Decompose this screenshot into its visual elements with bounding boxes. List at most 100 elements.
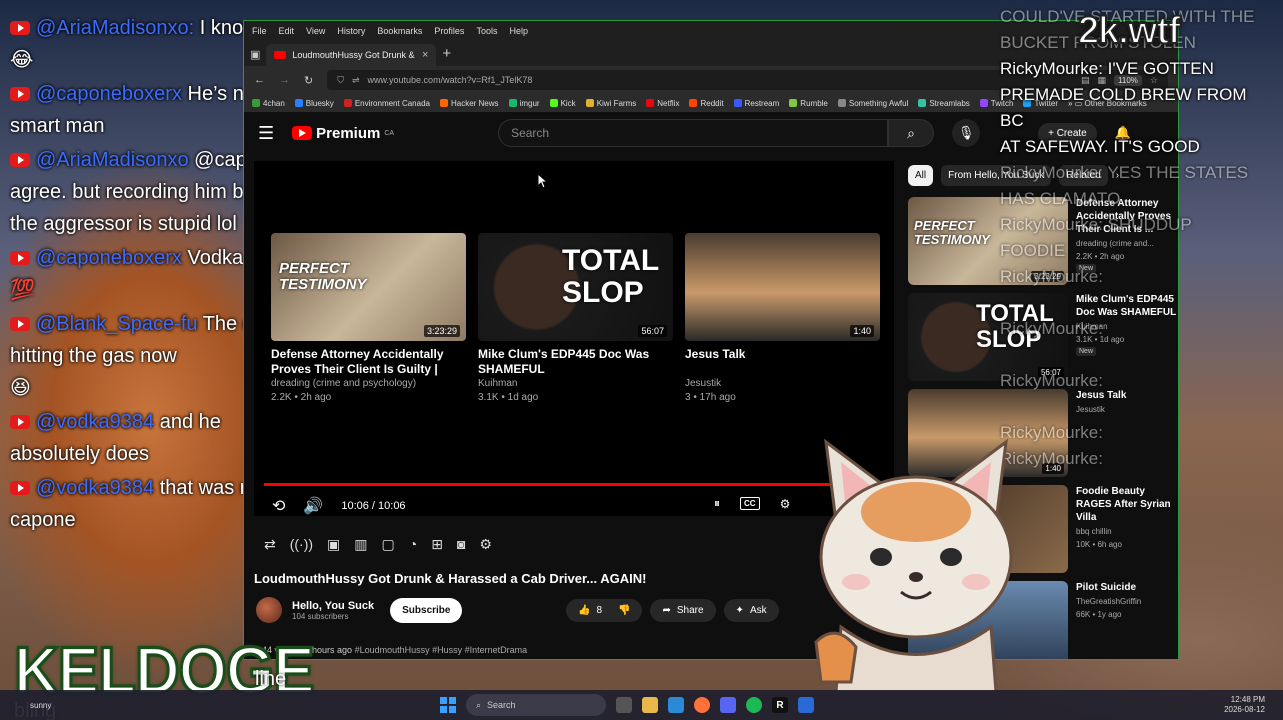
menu-icon[interactable]: ☰ — [258, 123, 274, 144]
spotify-icon[interactable] — [746, 697, 762, 713]
channel-avatar[interactable] — [256, 597, 282, 623]
chip-all[interactable]: All — [908, 164, 934, 186]
new-tab-button[interactable]: + — [442, 45, 451, 66]
chat-username: @vodka9384 — [36, 477, 155, 499]
windows-start-icon[interactable] — [440, 697, 456, 713]
menu-tools[interactable]: Tools — [476, 26, 497, 36]
end-card[interactable]: 1:40 Jesus Talk Jesustik 3 • 17h ago — [685, 233, 880, 405]
bookmark-4chan[interactable]: 4chan — [252, 98, 285, 108]
share-button[interactable]: ➦ Share — [650, 599, 716, 622]
chat-line: HAS CLAMATO — [1000, 189, 1121, 208]
gear-icon[interactable]: ⚙ — [479, 536, 492, 553]
cinema-icon[interactable]: ▣ — [327, 536, 340, 553]
edge-icon[interactable] — [668, 697, 684, 713]
end-card[interactable]: PERFECT TESTIMONY 3:23:29 Defense Attorn… — [271, 233, 466, 405]
windows-taskbar: sunny ⌕ Search R 12:48 PM 2026-08-12 — [0, 690, 1283, 720]
chat-line — [1000, 394, 1270, 420]
clock-date: 2026-08-12 — [1224, 705, 1265, 714]
video-thumbnail[interactable]: 1:40 — [685, 233, 880, 341]
tab-overview-icon[interactable]: ▣ — [250, 48, 260, 66]
menu-profiles[interactable]: Profiles — [434, 26, 464, 36]
menu-view[interactable]: View — [306, 26, 325, 36]
menu-edit[interactable]: Edit — [279, 26, 295, 36]
shield-icon: ⛉ — [337, 74, 344, 85]
video-title[interactable]: Jesus Talk — [685, 347, 880, 377]
like-button[interactable]: 👍 8 👎 — [566, 599, 643, 622]
menu-history[interactable]: History — [337, 26, 365, 36]
bookmark-label: imgur — [519, 98, 540, 108]
video-title[interactable]: Mike Clum's EDP445 Doc Was SHAMEFUL — [478, 347, 673, 377]
forward-icon[interactable]: → — [279, 74, 290, 86]
bookmark-hacker-news[interactable]: Hacker News — [439, 98, 499, 108]
channel-name[interactable]: Hello, You Suck — [292, 600, 374, 612]
video-title[interactable]: Foodie Beauty RAGES After Syrian Villa — [1076, 485, 1178, 524]
video-thumbnail[interactable]: PERFECT TESTIMONY 3:23:29 — [271, 233, 466, 341]
monitor-app-icon[interactable] — [798, 697, 814, 713]
taskbar-search[interactable]: ⌕ Search — [466, 694, 606, 716]
channel-name[interactable]: Kuihman — [478, 377, 673, 391]
duration-badge: 3:23:29 — [423, 325, 460, 337]
r-app-icon[interactable]: R — [772, 697, 788, 713]
search-button[interactable]: ⌕ — [888, 119, 935, 147]
bookmark-streamlabs[interactable]: Streamlabs — [918, 98, 970, 108]
subscriber-count: 104 subscribers — [292, 611, 349, 621]
video-title[interactable]: Pilot Suicide — [1076, 581, 1141, 594]
add-icon[interactable]: ⊞ — [431, 536, 443, 553]
hashtags[interactable]: #LoudmouthHussy #Hussy #InternetDrama — [355, 645, 528, 655]
audio-icon[interactable]: ((·)) — [290, 536, 313, 553]
bookmark-environment-canada[interactable]: Environment Canada — [343, 98, 430, 108]
url-text: www.youtube.com/watch?v=Rf1_JTelK78 — [367, 75, 533, 85]
bookmark-restream[interactable]: Restream — [733, 98, 779, 108]
captions-button[interactable]: CC — [740, 497, 760, 510]
speed-icon[interactable]: ◔ — [409, 536, 417, 553]
file-explorer-icon[interactable] — [642, 697, 658, 713]
bookmark-kick[interactable]: Kick — [549, 98, 576, 108]
settings-gear-icon[interactable]: ⚙ — [780, 497, 791, 511]
camera-icon[interactable]: ◙ — [457, 536, 465, 553]
bookmark-icon — [439, 98, 448, 107]
channel-name[interactable]: Jesustik — [685, 377, 880, 391]
bookmark-kiwi-farms[interactable]: Kiwi Farms — [585, 98, 636, 108]
frame-icon[interactable]: ▥ — [354, 536, 367, 553]
weather-widget[interactable]: sunny — [30, 701, 51, 710]
thumbs-down-icon[interactable]: 👎 — [618, 605, 630, 616]
replay-icon[interactable]: ⟲ — [272, 496, 285, 516]
reload-icon[interactable]: ↻ — [304, 74, 313, 87]
channel-name[interactable]: TheGreatishGriffin — [1076, 596, 1141, 607]
voice-search-button[interactable]: 🎙 — [952, 119, 981, 147]
menu-file[interactable]: File — [252, 26, 267, 36]
loop-icon[interactable]: ⇄ — [264, 536, 276, 553]
close-tab-icon[interactable]: × — [422, 49, 428, 61]
site-settings-icon[interactable]: ⇌ — [352, 75, 360, 86]
channel-name[interactable]: bbq chillin — [1076, 526, 1178, 537]
bookmark-reddit[interactable]: Reddit — [689, 98, 724, 108]
bookmark-netflix[interactable]: Netflix — [646, 98, 679, 108]
menu-bookmarks[interactable]: Bookmarks — [377, 26, 422, 36]
bookmark-imgur[interactable]: imgur — [508, 98, 540, 108]
video-title[interactable]: Defense Attorney Accidentally Proves The… — [271, 347, 466, 377]
video-thumbnail[interactable]: TOTAL SLOP 56:07 — [478, 233, 673, 341]
volume-icon[interactable]: 🔊 — [303, 496, 323, 516]
youtube-premium-logo[interactable]: Premium CA — [292, 125, 394, 142]
subscribe-button[interactable]: Subscribe — [390, 597, 463, 623]
ask-button[interactable]: ✦ Ask — [723, 599, 779, 622]
back-icon[interactable]: ← — [254, 74, 265, 86]
autoplay-toggle[interactable]: ⏸ — [714, 496, 720, 511]
channel-name[interactable]: dreading (crime and psychology) — [271, 377, 466, 391]
bookmark-bluesky[interactable]: Bluesky — [294, 98, 334, 108]
end-card[interactable]: TOTAL SLOP 56:07 Mike Clum's EDP445 Doc … — [478, 233, 673, 405]
screen-icon[interactable]: ▢ — [382, 536, 395, 553]
menu-help[interactable]: Help — [509, 26, 528, 36]
bookmark-rumble[interactable]: Rumble — [789, 98, 828, 108]
system-clock[interactable]: 12:48 PM 2026-08-12 — [1224, 695, 1265, 715]
bookmark-label: Kick — [560, 98, 576, 108]
bookmark-icon — [979, 98, 988, 107]
task-view-icon[interactable] — [616, 697, 632, 713]
firefox-icon[interactable] — [694, 697, 710, 713]
duration-badge: 1:40 — [850, 325, 874, 337]
tab-youtube[interactable]: LoudmouthHussy Got Drunk & × — [266, 44, 437, 66]
discord-icon[interactable] — [720, 697, 736, 713]
bookmark-something-awful[interactable]: Something Awful — [837, 98, 908, 108]
progress-bar[interactable] — [264, 483, 884, 486]
search-input[interactable]: Search — [498, 119, 889, 147]
